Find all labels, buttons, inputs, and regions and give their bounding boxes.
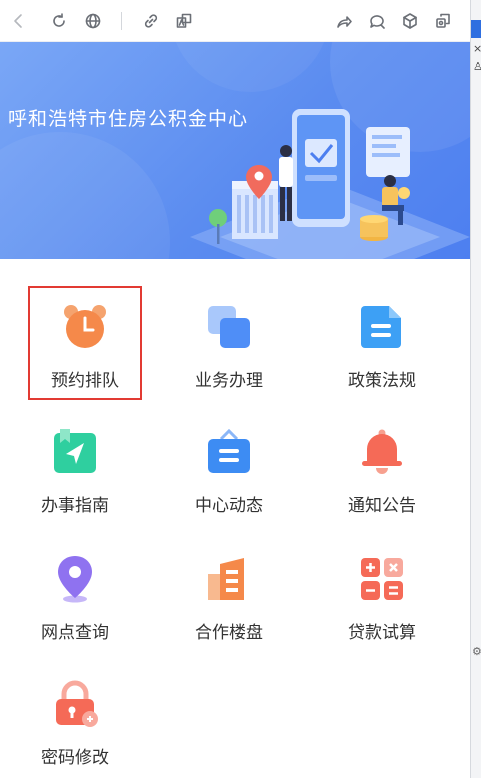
news-board-icon xyxy=(208,428,250,473)
stacked-squares-icon xyxy=(208,306,250,348)
settings-icon[interactable]: ⚙ xyxy=(472,645,481,658)
service-tile-policy[interactable]: 政策法规 xyxy=(327,288,437,398)
service-tile-branches[interactable]: 网点查询 xyxy=(20,540,130,650)
user-icon: ♙ xyxy=(473,60,481,73)
close-icon[interactable]: × xyxy=(473,42,481,55)
side-panel-accent xyxy=(471,20,481,38)
service-tile-guide[interactable]: 办事指南 xyxy=(20,413,130,523)
chat-icon[interactable] xyxy=(366,10,388,32)
export-icon[interactable] xyxy=(432,10,454,32)
service-tile-loan-calculator[interactable]: 贷款试算 xyxy=(327,540,437,650)
share-icon[interactable] xyxy=(333,10,355,32)
calculator-icon xyxy=(361,558,403,600)
location-pin-icon xyxy=(58,556,92,603)
cube-icon[interactable] xyxy=(399,10,421,32)
service-label: 合作楼盘 xyxy=(195,623,263,643)
link-icon[interactable] xyxy=(140,10,162,32)
refresh-icon[interactable] xyxy=(48,10,70,32)
bell-icon xyxy=(362,429,402,474)
back-icon[interactable] xyxy=(8,10,30,32)
service-label: 通知公告 xyxy=(348,496,416,516)
service-tile-news[interactable]: 中心动态 xyxy=(174,413,284,523)
service-label: 中心动态 xyxy=(195,496,263,516)
hero-banner: 呼和浩特市住房公积金中心 xyxy=(0,42,470,259)
translate-icon[interactable] xyxy=(173,10,195,32)
navigation-book-icon xyxy=(54,429,96,473)
alarm-clock-icon xyxy=(64,305,106,348)
toolbar-divider xyxy=(121,12,122,30)
banner-illustration xyxy=(190,109,470,259)
service-label: 密码修改 xyxy=(41,748,109,768)
building-icon xyxy=(208,558,244,600)
service-tile-business[interactable]: 业务办理 xyxy=(174,288,284,398)
padlock-icon xyxy=(56,680,98,727)
service-tile-password[interactable]: 密码修改 xyxy=(20,665,130,775)
browser-toolbar xyxy=(0,0,470,42)
service-tile-appointment[interactable]: 预约排队 xyxy=(28,286,142,400)
service-label: 办事指南 xyxy=(41,496,109,516)
service-label: 网点查询 xyxy=(41,623,109,643)
service-tile-properties[interactable]: 合作楼盘 xyxy=(174,540,284,650)
document-icon xyxy=(361,306,401,348)
side-panel-edge: × ♙ ⚙ xyxy=(470,0,481,778)
service-label: 贷款试算 xyxy=(348,623,416,643)
service-tile-notice[interactable]: 通知公告 xyxy=(327,413,437,523)
service-label: 业务办理 xyxy=(195,371,263,391)
service-label: 政策法规 xyxy=(348,371,416,391)
globe-icon[interactable] xyxy=(82,10,104,32)
service-label: 预约排队 xyxy=(51,371,119,391)
